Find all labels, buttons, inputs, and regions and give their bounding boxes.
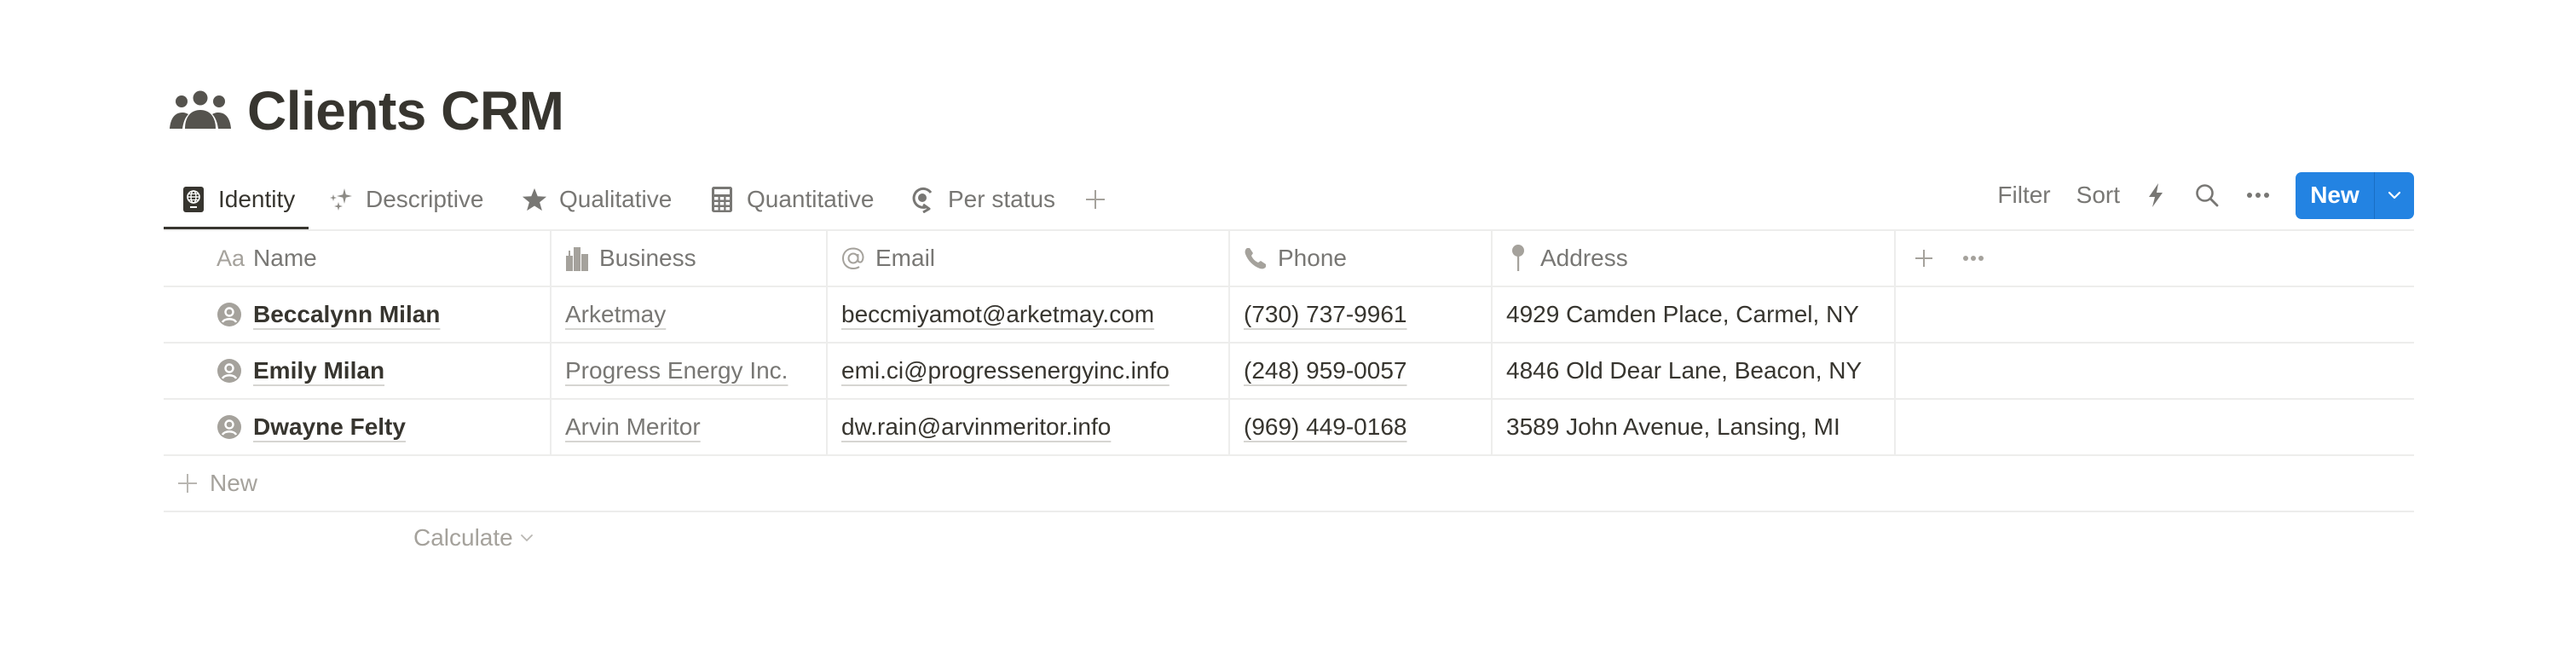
table-row[interactable]: Emily Milan Progress Energy Inc. emi.ci@… xyxy=(164,344,2414,400)
calculator-icon xyxy=(709,186,735,212)
phone-cell[interactable]: (730) 737-9961 xyxy=(1230,287,1493,342)
page-title: Clients CRM xyxy=(247,80,564,142)
empty-cell xyxy=(1896,287,2414,342)
add-property-button[interactable] xyxy=(1915,249,1933,268)
business-link[interactable]: Arvin Meritor xyxy=(565,413,701,441)
empty-cell xyxy=(1896,400,2414,454)
business-link[interactable]: Arketmay xyxy=(565,301,666,328)
column-header-address[interactable]: Address xyxy=(1493,231,1896,286)
phone-link[interactable]: (248) 959-0057 xyxy=(1244,357,1406,384)
column-header-phone[interactable]: Phone xyxy=(1230,231,1493,286)
person-icon xyxy=(217,303,241,326)
column-header-email[interactable]: Email xyxy=(828,231,1230,286)
tab-quantitative[interactable]: Quantitative xyxy=(709,170,874,228)
tab-label: Identity xyxy=(218,185,296,212)
sort-button[interactable]: Sort xyxy=(2076,182,2120,209)
plus-icon xyxy=(177,473,198,494)
column-actions xyxy=(1896,231,2414,286)
phone-link[interactable]: (969) 449-0168 xyxy=(1244,413,1406,441)
business-cell[interactable]: Arvin Meritor xyxy=(552,400,828,454)
new-button-group: New xyxy=(2296,171,2414,219)
calculate-label: Calculate xyxy=(413,524,513,551)
add-view-button[interactable] xyxy=(1083,170,1108,228)
column-header-name[interactable]: Aa Name xyxy=(164,231,552,286)
name-cell[interactable]: Dwayne Felty xyxy=(164,400,552,454)
plus-icon xyxy=(1915,249,1933,268)
passport-icon xyxy=(181,186,206,212)
star-icon xyxy=(522,187,547,212)
tab-qualitative[interactable]: Qualitative xyxy=(522,170,672,228)
database-toolbar: Filter Sort New xyxy=(1997,171,2414,219)
plus-icon xyxy=(1085,189,1106,210)
email-link[interactable]: dw.rain@arvinmeritor.info xyxy=(841,413,1111,441)
column-options-button[interactable] xyxy=(1962,255,1984,262)
people-group-icon[interactable] xyxy=(169,89,232,133)
new-button[interactable]: New xyxy=(2296,172,2374,219)
table-row[interactable]: Dwayne Felty Arvin Meritor dw.rain@arvin… xyxy=(164,400,2414,456)
ellipsis-icon xyxy=(1962,255,1984,262)
pin-icon xyxy=(1506,245,1530,271)
building-icon xyxy=(565,245,589,271)
database-table: Aa Name Business Email Phone Address Bec… xyxy=(164,231,2414,512)
phone-link[interactable]: (730) 737-9961 xyxy=(1244,301,1406,328)
business-cell[interactable]: Arketmay xyxy=(552,287,828,342)
email-link[interactable]: emi.ci@progressenergyinc.info xyxy=(841,357,1170,384)
text-type-icon: Aa xyxy=(217,245,245,271)
add-row-button[interactable]: New xyxy=(164,456,2414,512)
tab-label: Quantitative xyxy=(747,185,875,212)
email-cell[interactable]: emi.ci@progressenergyinc.info xyxy=(828,344,1230,398)
tab-descriptive[interactable]: Descriptive xyxy=(328,170,483,228)
column-label: Phone xyxy=(1278,245,1347,271)
address-cell[interactable]: 4846 Old Dear Lane, Beacon, NY xyxy=(1493,344,1896,398)
address-cell[interactable]: 3589 John Avenue, Lansing, MI xyxy=(1493,400,1896,454)
column-label: Business xyxy=(599,245,696,271)
name-cell[interactable]: Beccalynn Milan xyxy=(164,287,552,342)
tab-label: Qualitative xyxy=(559,185,673,212)
column-label: Address xyxy=(1540,245,1628,271)
email-link[interactable]: beccmiyamot@arketmay.com xyxy=(841,301,1154,328)
column-label: Name xyxy=(253,245,317,271)
person-icon xyxy=(217,415,241,439)
name-cell[interactable]: Emily Milan xyxy=(164,344,552,398)
row-name[interactable]: Dwayne Felty xyxy=(253,413,406,441)
search-icon[interactable] xyxy=(2193,182,2221,209)
chevron-down-icon xyxy=(520,534,534,542)
person-icon xyxy=(217,359,241,383)
business-link[interactable]: Progress Energy Inc. xyxy=(565,357,788,384)
tab-label: Per status xyxy=(948,185,1056,212)
page-header: Clients CRM xyxy=(169,78,564,143)
address-text: 3589 John Avenue, Lansing, MI xyxy=(1506,413,1840,440)
filter-button[interactable]: Filter xyxy=(1997,182,2050,209)
email-cell[interactable]: beccmiyamot@arketmay.com xyxy=(828,287,1230,342)
empty-cell xyxy=(1896,344,2414,398)
row-name[interactable]: Emily Milan xyxy=(253,357,384,384)
column-header-business[interactable]: Business xyxy=(552,231,828,286)
add-row-label: New xyxy=(210,470,258,496)
email-cell[interactable]: dw.rain@arvinmeritor.info xyxy=(828,400,1230,454)
row-name[interactable]: Beccalynn Milan xyxy=(253,301,440,328)
calculate-dropdown[interactable]: Calculate xyxy=(413,524,534,552)
phone-icon xyxy=(1244,245,1268,271)
business-cell[interactable]: Progress Energy Inc. xyxy=(552,344,828,398)
sparkles-icon xyxy=(328,187,354,212)
status-cycle-icon xyxy=(910,187,936,213)
column-label: Email xyxy=(875,245,936,271)
tab-identity[interactable]: Identity xyxy=(163,170,309,230)
at-sign-icon xyxy=(841,245,865,271)
address-cell[interactable]: 4929 Camden Place, Carmel, NY xyxy=(1493,287,1896,342)
ellipsis-icon[interactable] xyxy=(2244,182,2272,209)
address-text: 4846 Old Dear Lane, Beacon, NY xyxy=(1506,357,1863,384)
new-dropdown-button[interactable] xyxy=(2375,172,2414,219)
chevron-down-icon xyxy=(2388,191,2401,199)
lightning-icon[interactable] xyxy=(2142,182,2169,209)
table-header: Aa Name Business Email Phone Address xyxy=(164,231,2414,287)
table-row[interactable]: Beccalynn Milan Arketmay beccmiyamot@ark… xyxy=(164,287,2414,344)
tab-label: Descriptive xyxy=(366,185,484,212)
phone-cell[interactable]: (969) 449-0168 xyxy=(1230,400,1493,454)
tab-per-status[interactable]: Per status xyxy=(910,170,1055,228)
phone-cell[interactable]: (248) 959-0057 xyxy=(1230,344,1493,398)
address-text: 4929 Camden Place, Carmel, NY xyxy=(1506,301,1859,327)
